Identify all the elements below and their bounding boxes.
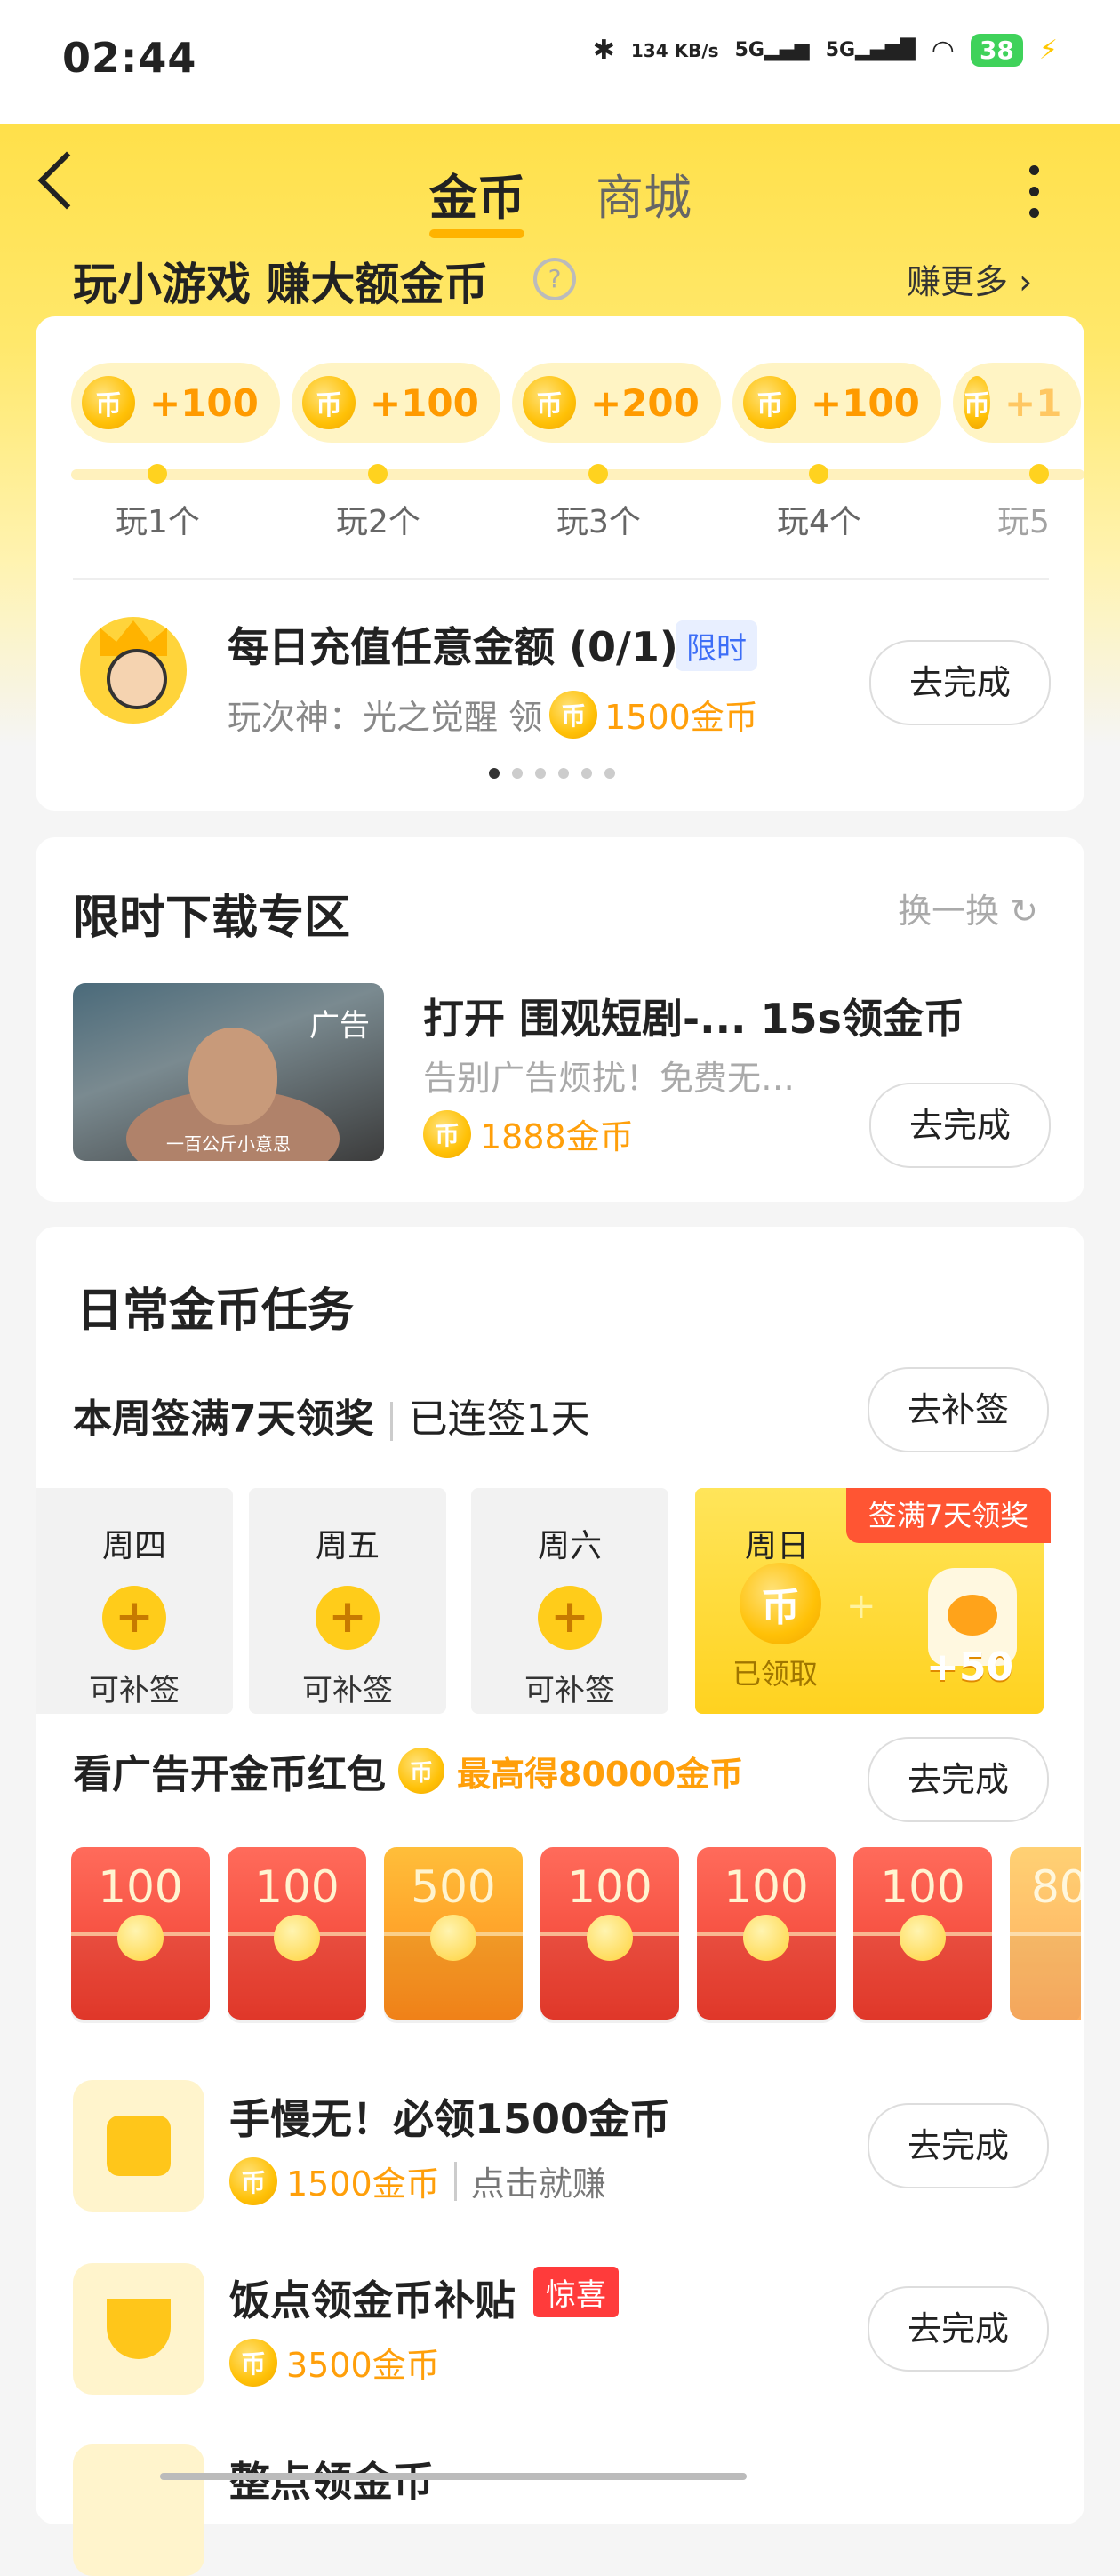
reward-pill: 币 +100 (732, 363, 941, 443)
day-friday[interactable]: 周五 + 可补签 (249, 1488, 446, 1714)
plus-icon: + (316, 1586, 380, 1650)
ad-thumbnail[interactable]: 广告 一百公斤小意思 (73, 983, 384, 1161)
daily-tasks-card: 日常金币任务 本周签满7天领奖 已连签1天 去补签 周四 + 可补签 周五 + 可… (36, 1227, 1084, 2576)
coin-icon: 币 (743, 376, 796, 429)
day-thursday[interactable]: 周四 + 可补签 (36, 1488, 233, 1714)
seven-day-ribbon: 签满7天领奖 (846, 1488, 1051, 1543)
coin-icon: 币 (229, 2156, 277, 2205)
makeup-signin-button[interactable]: 去补签 (868, 1367, 1049, 1452)
day-saturday[interactable]: 周六 + 可补签 (471, 1488, 668, 1714)
progress-dot (1029, 464, 1049, 484)
reward-pill: 币 +200 (512, 363, 721, 443)
reward-pill: 币 +100 (292, 363, 500, 443)
plus-icon: + (538, 1586, 602, 1650)
plus-icon: + (102, 1586, 166, 1650)
ad-packet-row: 看广告开金币红包 币 最高得80000金币 (73, 1742, 743, 1799)
red-envelope[interactable]: 80 (1010, 1847, 1081, 2020)
wifi-icon: ◠ (931, 35, 955, 66)
rice-bowl-icon (73, 2263, 204, 2395)
progress-track (71, 469, 1084, 480)
network-speed: 134 KB/s (630, 39, 719, 61)
red-envelope[interactable]: 500 (384, 1847, 523, 2023)
recharge-task-title: 每日充值任意金额 (0/1) (228, 623, 678, 671)
tab-mall[interactable]: 商城 (596, 158, 692, 228)
progress-dot (809, 464, 828, 484)
progress-dot (588, 464, 608, 484)
task-reward: 币 1500金币 点击就赚 (229, 2156, 606, 2205)
status-time: 02:44 (62, 34, 197, 82)
task-title: 饭点领金币补贴 (229, 2276, 516, 2324)
daily-title: 日常金币任务 (76, 1284, 355, 1338)
coin-icon: 币 (82, 376, 135, 429)
download-item-reward: 币 1888金币 (423, 1109, 634, 1158)
task-reward: 币 3500金币 (229, 2338, 440, 2387)
games-title: 玩小游戏 赚大额金币 (73, 259, 489, 310)
coin-icon: 币 (398, 1748, 444, 1794)
coin-icon: 币 (302, 376, 356, 429)
recharge-complete-button[interactable]: 去完成 (869, 640, 1051, 725)
active-tab-indicator (429, 229, 524, 238)
red-envelope[interactable]: 100 (853, 1847, 992, 2023)
surprise-tag: 惊喜 (533, 2267, 619, 2317)
charging-icon: ⚡ (1038, 35, 1058, 66)
coin-icon: 币 (549, 690, 598, 739)
carousel-pager (489, 768, 615, 779)
signal-icon-2: 5G▂▄▆█ (825, 39, 916, 61)
coin-icon: 币 (523, 376, 576, 429)
bluetooth-icon: ✱ (592, 35, 615, 66)
status-icons: ✱ 134 KB/s 5G▂▄▆ 5G▂▄▆█ ◠ 38 ⚡ (593, 34, 1058, 67)
progress-dot (148, 464, 167, 484)
refresh-link[interactable]: 换一换 ↻ (898, 884, 1038, 932)
coin-icon: 币 (229, 2338, 277, 2387)
red-envelope[interactable]: 100 (228, 1847, 366, 2023)
task-complete-button[interactable]: 去完成 (868, 2103, 1049, 2188)
coin-icon: 币 (740, 1563, 821, 1644)
clock-icon (73, 2444, 204, 2576)
divider (73, 578, 1049, 580)
week-signin-row: 本周签满7天领奖 已连签1天 (73, 1396, 590, 1442)
more-vertical-icon[interactable] (1029, 165, 1042, 229)
home-indicator[interactable] (160, 2473, 747, 2480)
red-envelope[interactable]: 100 (71, 1847, 210, 2023)
task-complete-button[interactable]: 去完成 (868, 2286, 1049, 2372)
red-envelope[interactable]: 100 (540, 1847, 679, 2023)
download-complete-button[interactable]: 去完成 (869, 1083, 1051, 1168)
battery-icon: 38 (970, 34, 1023, 67)
earn-more-link[interactable]: 赚更多 › (907, 254, 1032, 303)
reward-pill: 币 +100 (71, 363, 280, 443)
gift-box-icon (73, 2080, 204, 2212)
download-item-subtitle: 告别广告烦扰！免费无… (423, 1059, 796, 1098)
task-title: 手慢无！必领1500金币 (229, 2095, 671, 2143)
game-avatar (80, 617, 187, 724)
ad-tag: 广告 (309, 1008, 370, 1044)
ad-packet-button[interactable]: 去完成 (868, 1737, 1049, 1822)
signal-icon: 5G▂▄▆ (734, 39, 810, 61)
games-card: 币 +100 币 +100 币 +200 币 +100 币 +1 玩1个 玩2个… (36, 316, 1084, 811)
play-count-label: 玩4个 (777, 504, 861, 540)
status-bar: 02:44 ✱ 134 KB/s 5G▂▄▆ 5G▂▄▆█ ◠ 38 ⚡ (0, 0, 1120, 124)
progress-dot (368, 464, 388, 484)
play-count-label: 玩3个 (556, 504, 641, 540)
tab-gold[interactable]: 金币 (429, 158, 525, 228)
play-count-label: 玩5个 (997, 504, 1051, 540)
red-envelope[interactable]: 100 (697, 1847, 836, 2023)
thumb-caption: 一百公斤小意思 (166, 1133, 291, 1155)
play-count-label: 玩1个 (116, 504, 200, 540)
play-count-label: 玩2个 (336, 504, 420, 540)
download-card: 限时下载专区 换一换 ↻ 广告 一百公斤小意思 打开 围观短剧-... 15s领… (36, 837, 1084, 1202)
coin-icon: 币 (423, 1109, 471, 1158)
bonus-amount: +50 (926, 1644, 1014, 1690)
download-title: 限时下载专区 (73, 892, 351, 945)
recharge-task-sub: 玩次神：光之觉醒 领 币 1500金币 (228, 690, 758, 739)
download-item-title: 打开 围观短剧-... 15s领金币 (423, 995, 964, 1043)
plus-icon: + (846, 1586, 876, 1627)
reward-pill: 币 +1 (953, 363, 1081, 443)
help-icon[interactable]: ? (533, 258, 576, 300)
coin-icon: 币 (964, 376, 990, 429)
limited-tag: 限时 (676, 620, 757, 671)
